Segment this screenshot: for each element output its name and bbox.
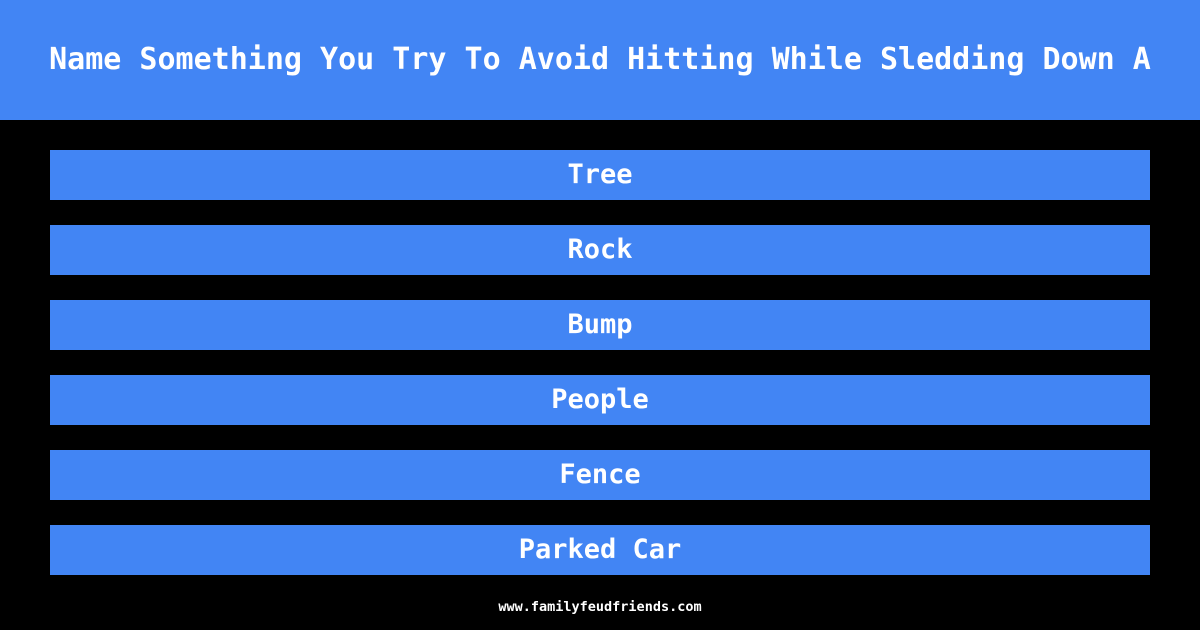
answer-label: Parked Car [518, 534, 682, 565]
answer-label: People [551, 384, 649, 415]
answer-row[interactable]: Fence [50, 450, 1150, 500]
answer-row[interactable]: People [50, 375, 1150, 425]
answer-row[interactable]: Bump [50, 300, 1150, 350]
site-url[interactable]: www.familyfeudfriends.com [498, 599, 701, 615]
answer-label: Tree [567, 159, 633, 190]
answer-row[interactable]: Rock [50, 225, 1150, 275]
footer: www.familyfeudfriends.com [0, 592, 1200, 622]
answers-list: Tree Rock Bump People Fence Parked Car [50, 150, 1150, 575]
question-header: Name Something You Try To Avoid Hitting … [0, 0, 1200, 120]
answer-row[interactable]: Tree [50, 150, 1150, 200]
answer-card: Name Something You Try To Avoid Hitting … [0, 0, 1200, 630]
answer-label: Bump [567, 309, 633, 340]
answer-label: Fence [559, 459, 641, 490]
answer-label: Rock [567, 234, 633, 265]
page-title: Name Something You Try To Avoid Hitting … [49, 42, 1151, 77]
answer-row[interactable]: Parked Car [50, 525, 1150, 575]
